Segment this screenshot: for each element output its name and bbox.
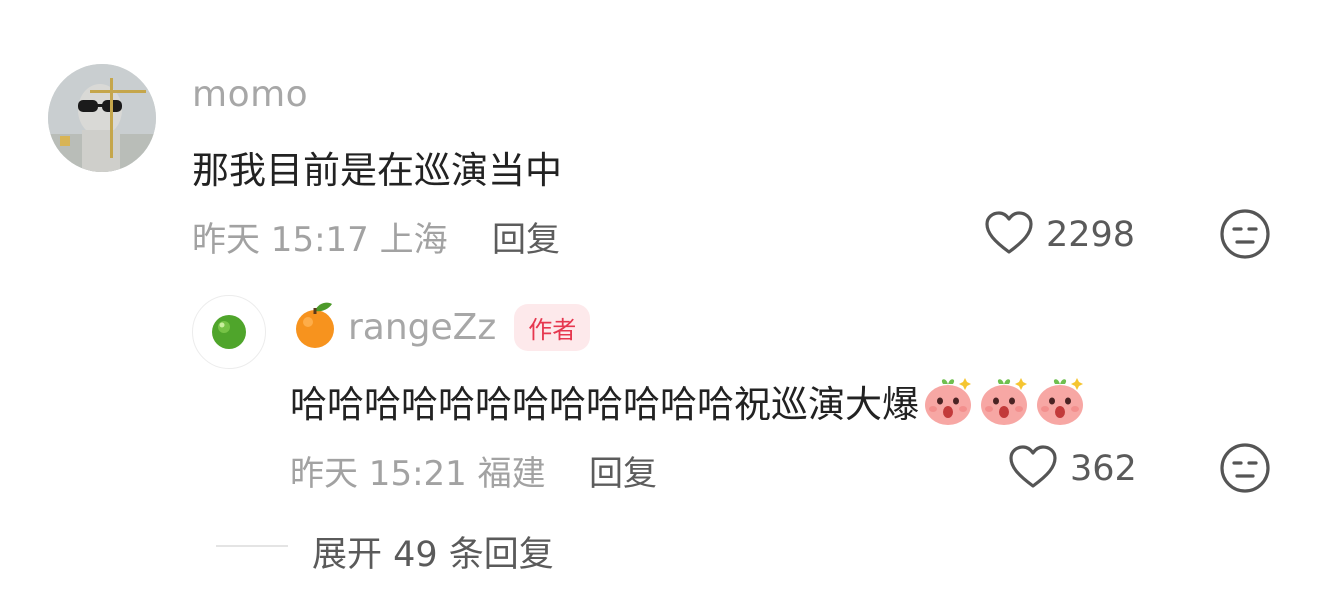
like-button[interactable]: 2298 xyxy=(984,210,1135,260)
shocked-peach-sticker-icon xyxy=(1037,378,1083,425)
reply-header: rangeZz 作者 xyxy=(292,300,591,354)
reply-meta: 昨天 15:21 福建 xyxy=(290,454,546,494)
comment-meta: 昨天 15:17 上海 xyxy=(192,220,448,260)
reply-avatar[interactable] xyxy=(192,295,266,369)
comment-text: 那我目前是在巡演当中 xyxy=(192,149,562,192)
reply-button[interactable]: 回复 xyxy=(492,212,560,261)
reply-dislike-icon[interactable] xyxy=(1219,442,1271,494)
dislike-icon[interactable] xyxy=(1219,208,1271,260)
expand-divider xyxy=(216,545,288,547)
orange-icon xyxy=(292,300,338,354)
reply-text: 哈哈哈哈哈哈哈哈哈哈哈哈祝巡演大爆 xyxy=(290,383,919,426)
author-badge: 作者 xyxy=(514,303,591,351)
avatar[interactable] xyxy=(48,64,156,172)
avatar-image xyxy=(48,64,156,172)
reply-reply-button[interactable]: 回复 xyxy=(589,446,657,495)
reply-like-count: 362 xyxy=(1070,449,1137,489)
heart-icon xyxy=(984,210,1034,260)
comment-username[interactable]: momo xyxy=(192,74,308,115)
heart-icon xyxy=(1008,444,1058,494)
shocked-peach-sticker-icon xyxy=(981,378,1027,425)
reply-body: 哈哈哈哈哈哈哈哈哈哈哈哈祝巡演大爆 xyxy=(290,374,1087,428)
reply-like-button[interactable]: 362 xyxy=(1008,444,1137,494)
expand-replies-button[interactable]: 展开 49 条回复 xyxy=(312,526,554,577)
shocked-peach-sticker-icon xyxy=(925,378,971,425)
lime-icon xyxy=(212,315,246,349)
reply-username[interactable]: rangeZz xyxy=(348,307,496,348)
like-count: 2298 xyxy=(1046,215,1136,255)
